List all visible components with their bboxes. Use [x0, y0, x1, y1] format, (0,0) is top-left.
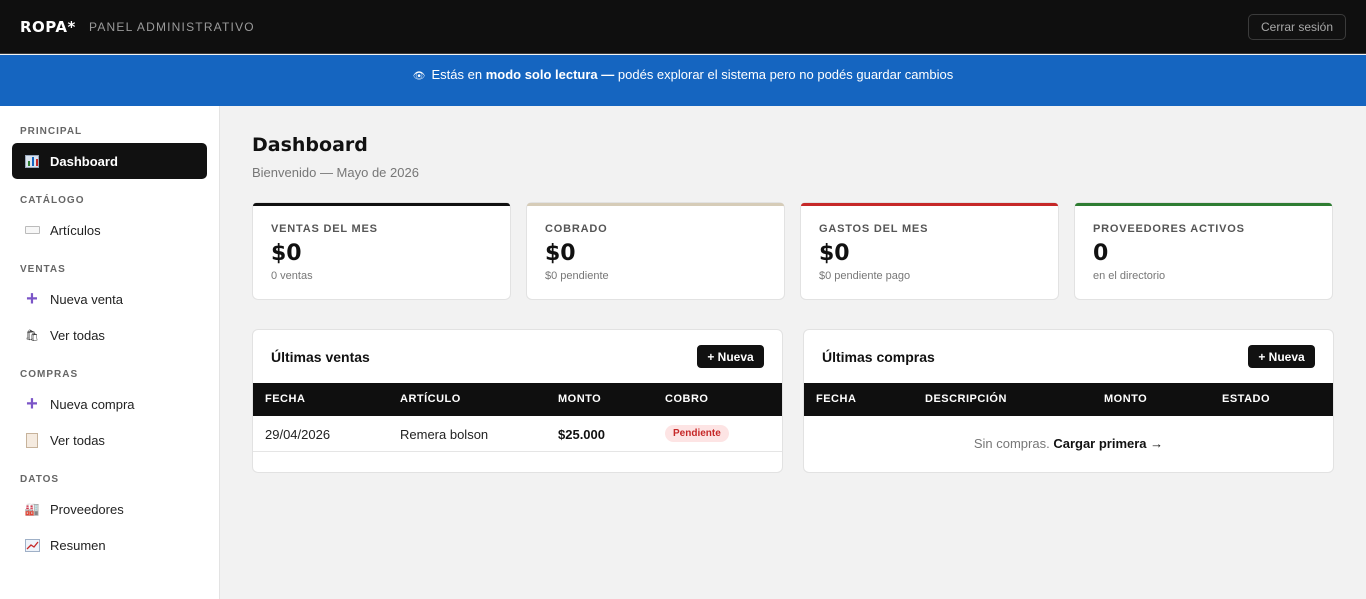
shopping-bags-icon: 🛍 [25, 329, 39, 342]
tag-icon [24, 222, 40, 238]
stat-label: COBRADO [545, 223, 608, 235]
stat-label: PROVEEDORES ACTIVOS [1093, 223, 1245, 235]
stat-label: GASTOS DEL MES [819, 223, 929, 235]
sidebar-item-label: Ver todas [50, 327, 105, 343]
ultimas-compras-card: Últimas compras + Nueva FECHA DESCRIPCIÓ… [803, 329, 1334, 473]
table-row[interactable]: 29/04/2026 Remera bolson $25.000 Pendien… [253, 416, 782, 452]
stat-accent-bar [1075, 203, 1332, 206]
sidebar-item-label: Artículos [50, 222, 101, 238]
column-header[interactable]: ARTÍCULO [400, 393, 461, 405]
logout-button[interactable]: Cerrar sesión [1248, 14, 1346, 40]
sidebar-item-label: Ver todas [50, 432, 105, 448]
sidebar: PRINCIPAL Dashboard CATÁLOGO Artículos V… [0, 106, 220, 599]
panel-title: PANEL ADMINISTRATIVO [89, 20, 255, 34]
stat-card-proveedores: PROVEEDORES ACTIVOS 0 en el directorio [1074, 202, 1333, 300]
stat-card-cobrado: COBRADO $0 $0 pendiente [526, 202, 785, 300]
section-label-compras: COMPRAS [20, 369, 79, 380]
brand-logo[interactable]: ROPA* [20, 18, 76, 36]
table-header: FECHA ARTÍCULO MONTO COBRO [253, 383, 782, 416]
section-label-datos: DATOS [20, 474, 60, 485]
factory-icon: 🏭 [24, 502, 40, 516]
stat-card-ventas: VENTAS DEL MES $0 0 ventas [252, 202, 511, 300]
section-label-ventas: VENTAS [20, 264, 66, 275]
stat-sub: 0 ventas [271, 270, 313, 282]
eye-icon: 👁 [412, 71, 426, 82]
banner-bold: modo solo lectura — [485, 67, 615, 82]
stat-card-gastos: GASTOS DEL MES $0 $0 pendiente pago [800, 202, 1059, 300]
sidebar-item-dashboard[interactable]: Dashboard [12, 143, 207, 179]
stat-label: VENTAS DEL MES [271, 223, 378, 235]
banner-suffix: podés explorar el sistema pero no podés … [614, 67, 954, 82]
column-header[interactable]: MONTO [558, 393, 601, 405]
section-label-catalogo: CATÁLOGO [20, 195, 85, 206]
card-title: Últimas compras [822, 349, 935, 365]
sidebar-item-proveedores[interactable]: 🏭 Proveedores [12, 491, 207, 527]
read-only-banner: 👁 Estás en modo solo lectura — podés expl… [0, 55, 1366, 106]
sidebar-item-resumen[interactable]: Resumen [12, 527, 207, 563]
stat-value: $0 [819, 241, 850, 266]
sidebar-item-ver-compras[interactable]: Ver todas [12, 422, 207, 458]
stat-sub: en el directorio [1093, 270, 1166, 282]
cell-articulo: Remera bolson [400, 427, 489, 442]
plus-icon: + [26, 288, 38, 310]
top-bar: ROPA* PANEL ADMINISTRATIVO Cerrar sesión [0, 0, 1366, 54]
cell-monto: $25.000 [558, 427, 605, 442]
stat-sub: $0 pendiente [545, 270, 609, 282]
stat-value: $0 [271, 241, 302, 266]
page-subtitle: Bienvenido — Mayo de 2026 [252, 165, 419, 180]
section-label-principal: PRINCIPAL [20, 126, 83, 137]
main-content: Dashboard Bienvenido — Mayo de 2026 VENT… [221, 106, 1366, 599]
table-header: FECHA DESCRIPCIÓN MONTO ESTADO [804, 383, 1333, 416]
column-header[interactable]: DESCRIPCIÓN [925, 393, 1007, 405]
stat-accent-bar [253, 203, 510, 206]
card-title: Últimas ventas [271, 349, 370, 365]
column-header[interactable]: COBRO [665, 393, 708, 405]
stat-accent-bar [801, 203, 1058, 206]
banner-message: 👁 Estás en modo solo lectura — podés expl… [0, 67, 1366, 82]
stat-value: $0 [545, 241, 576, 266]
stat-sub: $0 pendiente pago [819, 270, 911, 282]
empty-state: Sin compras. Cargar primera → [804, 436, 1333, 451]
sidebar-item-label: Nueva compra [50, 396, 135, 412]
column-header[interactable]: MONTO [1104, 393, 1147, 405]
cell-fecha: 29/04/2026 [265, 427, 331, 442]
clipboard-icon [24, 432, 40, 448]
sidebar-item-nueva-venta[interactable]: + Nueva venta [12, 281, 207, 317]
bar-chart-icon [24, 153, 40, 169]
sidebar-item-nueva-compra[interactable]: + Nueva compra [12, 386, 207, 422]
column-header[interactable]: FECHA [816, 393, 856, 405]
trending-up-icon [24, 537, 40, 553]
sidebar-item-label: Proveedores [50, 501, 124, 517]
column-header[interactable]: ESTADO [1222, 393, 1270, 405]
stat-accent-bar [527, 203, 784, 206]
plus-icon: + [26, 393, 38, 415]
nueva-venta-button[interactable]: + Nueva [697, 345, 764, 368]
nueva-compra-button[interactable]: + Nueva [1248, 345, 1315, 368]
sidebar-item-ver-ventas[interactable]: 🛍 Ver todas [12, 317, 207, 353]
sidebar-item-articulos[interactable]: Artículos [12, 212, 207, 248]
banner-prefix: Estás en [431, 67, 486, 82]
column-header[interactable]: FECHA [265, 393, 305, 405]
cargar-primera-link[interactable]: Cargar primera → [1053, 436, 1163, 451]
empty-text: Sin compras. [973, 436, 1054, 451]
sidebar-item-label: Resumen [50, 537, 106, 553]
ultimas-ventas-card: Últimas ventas + Nueva FECHA ARTÍCULO MO… [252, 329, 783, 473]
status-badge: Pendiente [665, 425, 729, 442]
stat-value: 0 [1093, 241, 1109, 266]
sidebar-item-label: Nueva venta [50, 291, 123, 307]
page-title: Dashboard [252, 134, 368, 156]
sidebar-item-label: Dashboard [50, 153, 118, 169]
